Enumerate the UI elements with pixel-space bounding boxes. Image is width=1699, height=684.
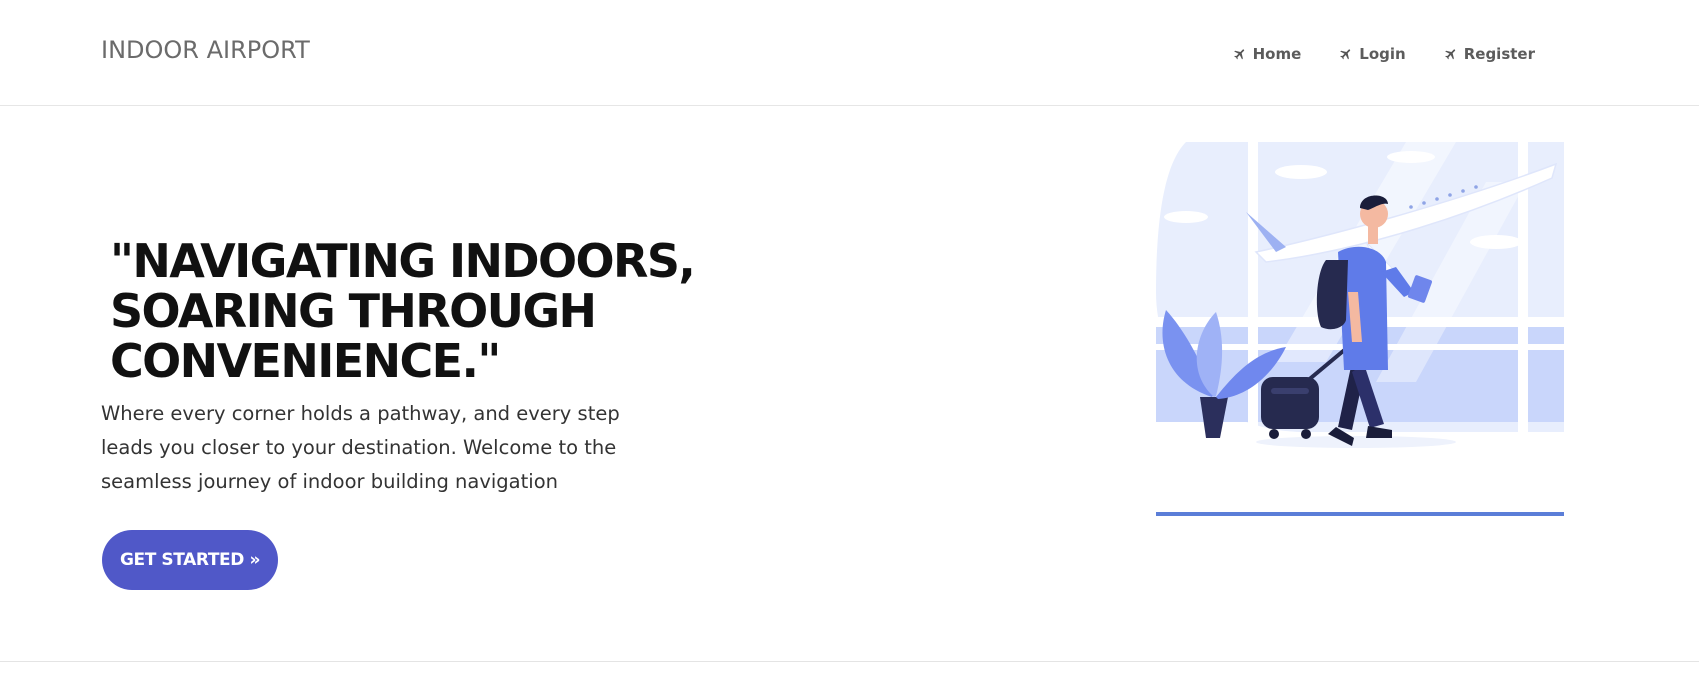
section-divider	[0, 661, 1699, 662]
hero-title-line: SOARING THROUGH	[110, 284, 597, 338]
illustration-underline	[1156, 512, 1564, 516]
hero-subtitle: Where every corner holds a pathway, and …	[101, 402, 620, 493]
nav-links: Home Login Register	[1233, 45, 1535, 63]
hero-title: "NAVIGATING INDOORS, SOARING THROUGH CON…	[110, 234, 696, 388]
navbar: INDOOR AIRPORT Home Login Register	[0, 0, 1699, 106]
nav-link-login[interactable]: Login	[1339, 45, 1406, 63]
brand-logo[interactable]: INDOOR AIRPORT	[101, 36, 310, 64]
nav-link-register[interactable]: Register	[1444, 45, 1535, 63]
traveler-illustration	[1156, 142, 1564, 454]
hero-title-line: "NAVIGATING INDOORS,	[110, 234, 696, 288]
plane-icon	[1340, 49, 1351, 60]
nav-link-home[interactable]: Home	[1233, 45, 1302, 63]
nav-link-label: Login	[1359, 45, 1406, 63]
hero-title-line: CONVENIENCE."	[110, 334, 501, 388]
plane-icon	[1233, 49, 1244, 60]
plane-icon	[1444, 49, 1455, 60]
nav-link-label: Home	[1252, 45, 1302, 63]
nav-link-label: Register	[1463, 45, 1535, 63]
get-started-button[interactable]: GET STARTED »	[102, 530, 278, 590]
